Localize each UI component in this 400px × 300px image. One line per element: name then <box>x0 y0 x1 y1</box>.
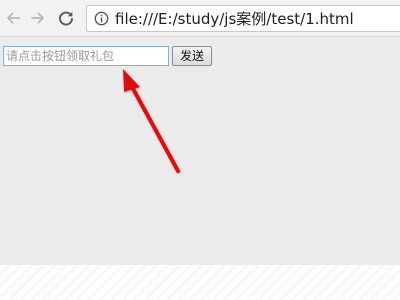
reload-button[interactable] <box>56 8 76 28</box>
forward-arrow-icon <box>31 12 44 24</box>
info-icon[interactable] <box>94 11 109 26</box>
send-button[interactable]: 发送 <box>172 46 212 66</box>
page-below-fold <box>0 265 400 300</box>
back-arrow-icon <box>7 12 20 24</box>
browser-window: file:///E:/study/js案例/test/1.html 发送 <box>0 0 400 300</box>
annotation-arrow <box>123 69 180 173</box>
reload-icon <box>59 11 73 26</box>
browser-toolbar: file:///E:/study/js案例/test/1.html <box>0 0 400 37</box>
page-content: 发送 <box>0 37 400 265</box>
address-bar[interactable]: file:///E:/study/js案例/test/1.html <box>86 5 400 32</box>
gift-input[interactable] <box>3 46 169 66</box>
back-button[interactable] <box>3 8 23 28</box>
forward-button[interactable] <box>28 8 48 28</box>
url-text: file:///E:/study/js案例/test/1.html <box>115 10 354 28</box>
